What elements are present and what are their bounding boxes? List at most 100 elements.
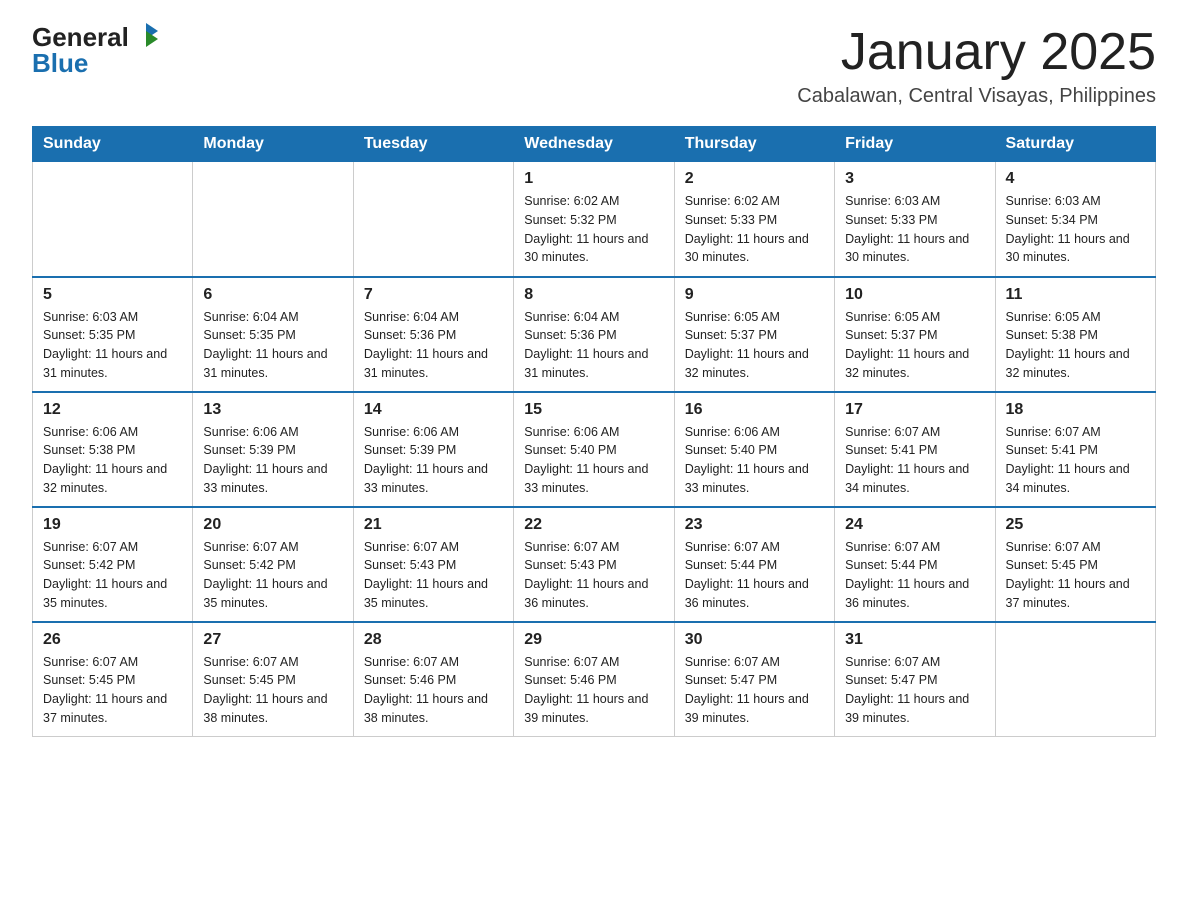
day-cell <box>33 162 193 277</box>
day-number: 23 <box>685 516 824 534</box>
day-info: Sunrise: 6:05 AM Sunset: 5:37 PM Dayligh… <box>685 308 824 383</box>
day-number: 14 <box>364 401 503 419</box>
day-number: 22 <box>524 516 663 534</box>
day-cell: 23 Sunrise: 6:07 AM Sunset: 5:44 PM Dayli… <box>674 507 834 622</box>
day-number: 18 <box>1006 401 1145 419</box>
day-number: 21 <box>364 516 503 534</box>
day-number: 1 <box>524 170 663 188</box>
logo-flag-icon <box>132 21 160 49</box>
day-cell <box>193 162 353 277</box>
day-number: 31 <box>845 631 984 649</box>
day-cell: 22 Sunrise: 6:07 AM Sunset: 5:43 PM Dayli… <box>514 507 674 622</box>
day-number: 27 <box>203 631 342 649</box>
week-row-4: 26 Sunrise: 6:07 AM Sunset: 5:45 PM Dayli… <box>33 622 1156 737</box>
day-info: Sunrise: 6:07 AM Sunset: 5:46 PM Dayligh… <box>364 653 503 728</box>
week-row-3: 19 Sunrise: 6:07 AM Sunset: 5:42 PM Dayli… <box>33 507 1156 622</box>
day-cell: 25 Sunrise: 6:07 AM Sunset: 5:45 PM Dayli… <box>995 507 1155 622</box>
logo-blue: Blue <box>32 50 212 76</box>
day-number: 5 <box>43 286 182 304</box>
header-thursday: Thursday <box>674 127 834 162</box>
day-number: 25 <box>1006 516 1145 534</box>
day-number: 16 <box>685 401 824 419</box>
week-row-2: 12Sunrise: 6:06 AM Sunset: 5:38 PM Dayli… <box>33 392 1156 507</box>
day-info: Sunrise: 6:07 AM Sunset: 5:45 PM Dayligh… <box>1006 538 1145 613</box>
day-number: 3 <box>845 170 984 188</box>
calendar-table: SundayMondayTuesdayWednesdayThursdayFrid… <box>32 126 1156 737</box>
day-number: 7 <box>364 286 503 304</box>
day-info: Sunrise: 6:07 AM Sunset: 5:43 PM Dayligh… <box>364 538 503 613</box>
day-info: Sunrise: 6:04 AM Sunset: 5:35 PM Dayligh… <box>203 308 342 383</box>
day-info: Sunrise: 6:07 AM Sunset: 5:42 PM Dayligh… <box>203 538 342 613</box>
day-info: Sunrise: 6:05 AM Sunset: 5:38 PM Dayligh… <box>1006 308 1145 383</box>
day-info: Sunrise: 6:06 AM Sunset: 5:39 PM Dayligh… <box>203 423 342 498</box>
day-info: Sunrise: 6:07 AM Sunset: 5:45 PM Dayligh… <box>203 653 342 728</box>
day-info: Sunrise: 6:06 AM Sunset: 5:38 PM Dayligh… <box>43 423 182 498</box>
week-row-0: 1Sunrise: 6:02 AM Sunset: 5:32 PM Daylig… <box>33 162 1156 277</box>
day-number: 8 <box>524 286 663 304</box>
day-info: Sunrise: 6:07 AM Sunset: 5:41 PM Dayligh… <box>1006 423 1145 498</box>
day-cell: 14 Sunrise: 6:06 AM Sunset: 5:39 PM Dayli… <box>353 392 513 507</box>
day-info: Sunrise: 6:05 AM Sunset: 5:37 PM Dayligh… <box>845 308 984 383</box>
day-number: 9 <box>685 286 824 304</box>
logo: General Blue <box>32 24 212 76</box>
day-info: Sunrise: 6:04 AM Sunset: 5:36 PM Dayligh… <box>364 308 503 383</box>
day-number: 28 <box>364 631 503 649</box>
day-cell: 15Sunrise: 6:06 AM Sunset: 5:40 PM Dayli… <box>514 392 674 507</box>
header-monday: Monday <box>193 127 353 162</box>
day-cell: 20 Sunrise: 6:07 AM Sunset: 5:42 PM Dayli… <box>193 507 353 622</box>
day-cell <box>353 162 513 277</box>
day-info: Sunrise: 6:07 AM Sunset: 5:43 PM Dayligh… <box>524 538 663 613</box>
day-cell: 17Sunrise: 6:07 AM Sunset: 5:41 PM Dayli… <box>835 392 995 507</box>
day-info: Sunrise: 6:07 AM Sunset: 5:47 PM Dayligh… <box>845 653 984 728</box>
day-cell: 3 Sunrise: 6:03 AM Sunset: 5:33 PM Daylig… <box>835 162 995 277</box>
day-info: Sunrise: 6:04 AM Sunset: 5:36 PM Dayligh… <box>524 308 663 383</box>
day-cell: 5 Sunrise: 6:03 AM Sunset: 5:35 PM Daylig… <box>33 277 193 392</box>
day-number: 10 <box>845 286 984 304</box>
day-info: Sunrise: 6:06 AM Sunset: 5:40 PM Dayligh… <box>685 423 824 498</box>
day-info: Sunrise: 6:06 AM Sunset: 5:40 PM Dayligh… <box>524 423 663 498</box>
day-cell: 24 Sunrise: 6:07 AM Sunset: 5:44 PM Dayli… <box>835 507 995 622</box>
title-block: January 2025 Cabalawan, Central Visayas,… <box>797 24 1156 108</box>
header-row: SundayMondayTuesdayWednesdayThursdayFrid… <box>33 127 1156 162</box>
day-number: 20 <box>203 516 342 534</box>
day-cell: 26 Sunrise: 6:07 AM Sunset: 5:45 PM Dayli… <box>33 622 193 737</box>
day-number: 4 <box>1006 170 1145 188</box>
day-cell: 7 Sunrise: 6:04 AM Sunset: 5:36 PM Daylig… <box>353 277 513 392</box>
day-cell: 28 Sunrise: 6:07 AM Sunset: 5:46 PM Dayli… <box>353 622 513 737</box>
day-number: 13 <box>203 401 342 419</box>
page-header: General Blue January 2025 Cabalawan, Cen… <box>32 24 1156 108</box>
day-number: 24 <box>845 516 984 534</box>
header-friday: Friday <box>835 127 995 162</box>
day-cell: 9 Sunrise: 6:05 AM Sunset: 5:37 PM Daylig… <box>674 277 834 392</box>
day-info: Sunrise: 6:06 AM Sunset: 5:39 PM Dayligh… <box>364 423 503 498</box>
day-cell: 4 Sunrise: 6:03 AM Sunset: 5:34 PM Daylig… <box>995 162 1155 277</box>
day-cell: 13 Sunrise: 6:06 AM Sunset: 5:39 PM Dayli… <box>193 392 353 507</box>
day-number: 19 <box>43 516 182 534</box>
header-wednesday: Wednesday <box>514 127 674 162</box>
day-info: Sunrise: 6:03 AM Sunset: 5:34 PM Dayligh… <box>1006 192 1145 267</box>
day-number: 26 <box>43 631 182 649</box>
calendar-body: 1Sunrise: 6:02 AM Sunset: 5:32 PM Daylig… <box>33 162 1156 737</box>
day-info: Sunrise: 6:02 AM Sunset: 5:33 PM Dayligh… <box>685 192 824 267</box>
logo-general: General <box>32 24 129 50</box>
day-info: Sunrise: 6:07 AM Sunset: 5:44 PM Dayligh… <box>685 538 824 613</box>
day-cell: 30Sunrise: 6:07 AM Sunset: 5:47 PM Dayli… <box>674 622 834 737</box>
day-number: 11 <box>1006 286 1145 304</box>
day-cell: 16 Sunrise: 6:06 AM Sunset: 5:40 PM Dayli… <box>674 392 834 507</box>
header-tuesday: Tuesday <box>353 127 513 162</box>
day-number: 2 <box>685 170 824 188</box>
day-cell: 31 Sunrise: 6:07 AM Sunset: 5:47 PM Dayli… <box>835 622 995 737</box>
week-row-1: 5 Sunrise: 6:03 AM Sunset: 5:35 PM Daylig… <box>33 277 1156 392</box>
header-sunday: Sunday <box>33 127 193 162</box>
header-saturday: Saturday <box>995 127 1155 162</box>
day-cell: 29Sunrise: 6:07 AM Sunset: 5:46 PM Dayli… <box>514 622 674 737</box>
day-cell: 6Sunrise: 6:04 AM Sunset: 5:35 PM Daylig… <box>193 277 353 392</box>
day-info: Sunrise: 6:07 AM Sunset: 5:41 PM Dayligh… <box>845 423 984 498</box>
day-info: Sunrise: 6:03 AM Sunset: 5:35 PM Dayligh… <box>43 308 182 383</box>
day-info: Sunrise: 6:07 AM Sunset: 5:42 PM Dayligh… <box>43 538 182 613</box>
day-info: Sunrise: 6:07 AM Sunset: 5:44 PM Dayligh… <box>845 538 984 613</box>
day-cell: 27 Sunrise: 6:07 AM Sunset: 5:45 PM Dayli… <box>193 622 353 737</box>
day-info: Sunrise: 6:03 AM Sunset: 5:33 PM Dayligh… <box>845 192 984 267</box>
day-info: Sunrise: 6:07 AM Sunset: 5:45 PM Dayligh… <box>43 653 182 728</box>
day-cell: 18 Sunrise: 6:07 AM Sunset: 5:41 PM Dayli… <box>995 392 1155 507</box>
